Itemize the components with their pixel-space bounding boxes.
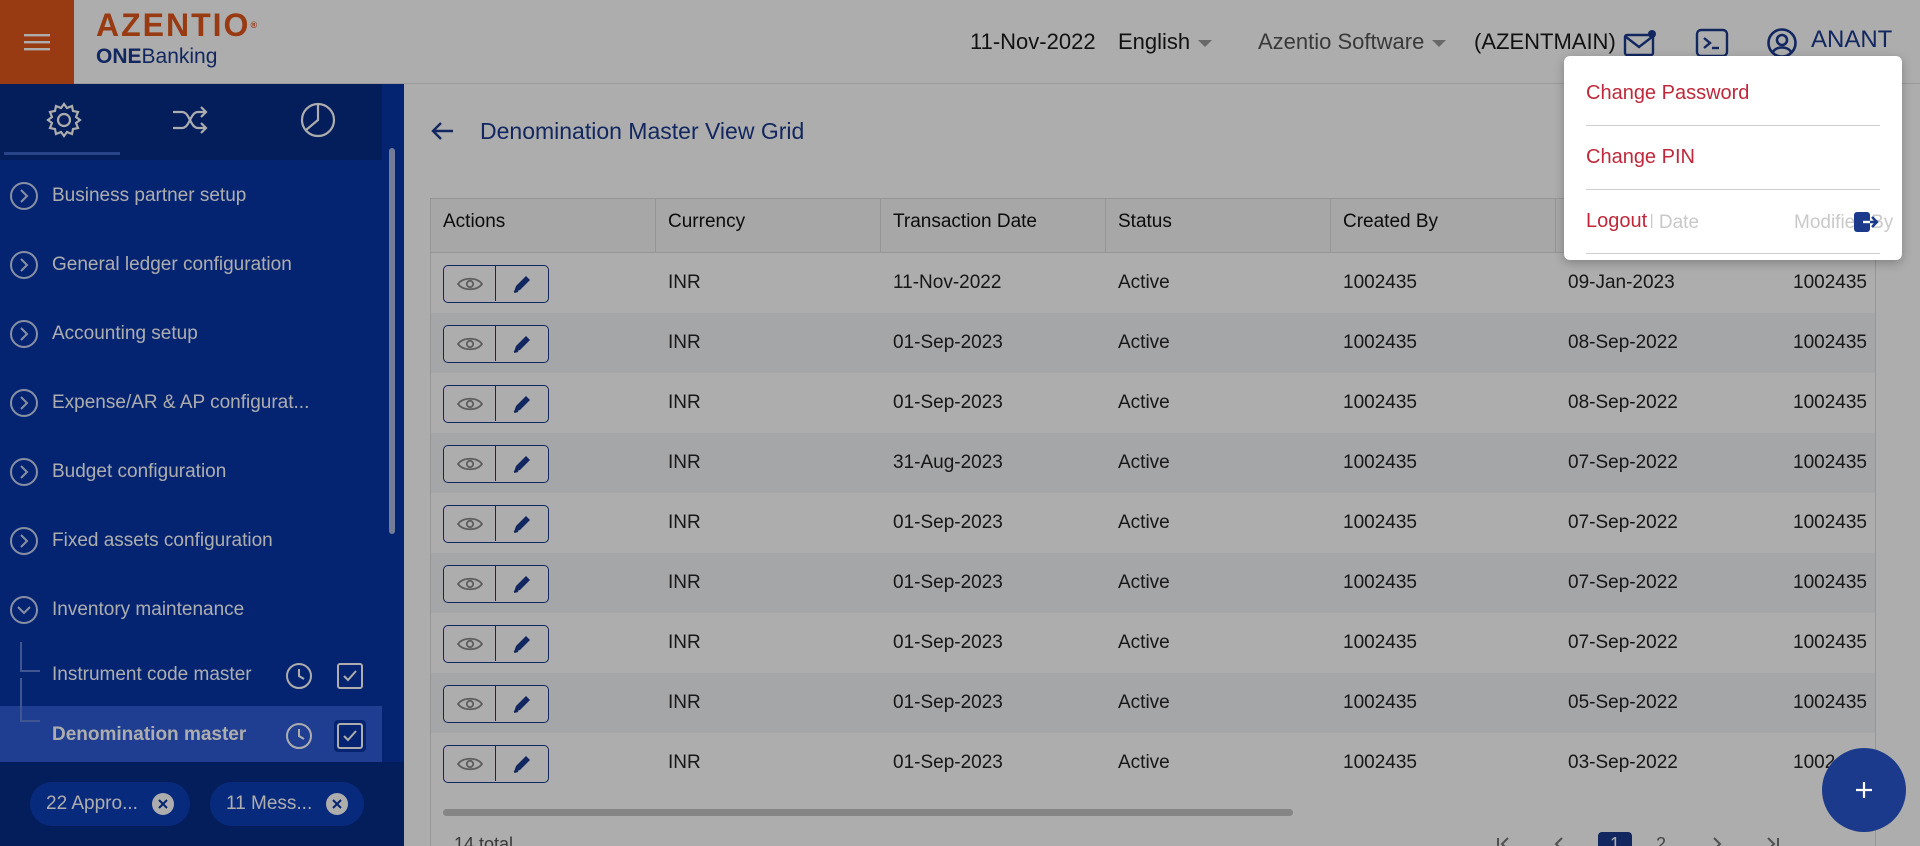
change-password-menu-item[interactable]: Change Password: [1586, 62, 1880, 126]
menu-item-label: Change PIN: [1586, 146, 1695, 168]
add-button[interactable]: [1822, 748, 1906, 832]
logout-menu-item[interactable]: Created Date Modified By Logout: [1586, 190, 1893, 254]
menu-item-label: Logout: [1586, 210, 1652, 233]
change-pin-menu-item[interactable]: Change PIN: [1586, 126, 1880, 190]
user-menu-dropdown: Change Password Change PIN Created Date …: [1564, 56, 1902, 260]
plus-icon: [1856, 782, 1872, 798]
logout-icon: [1852, 208, 1880, 236]
menu-item-label: Change Password: [1586, 82, 1750, 104]
